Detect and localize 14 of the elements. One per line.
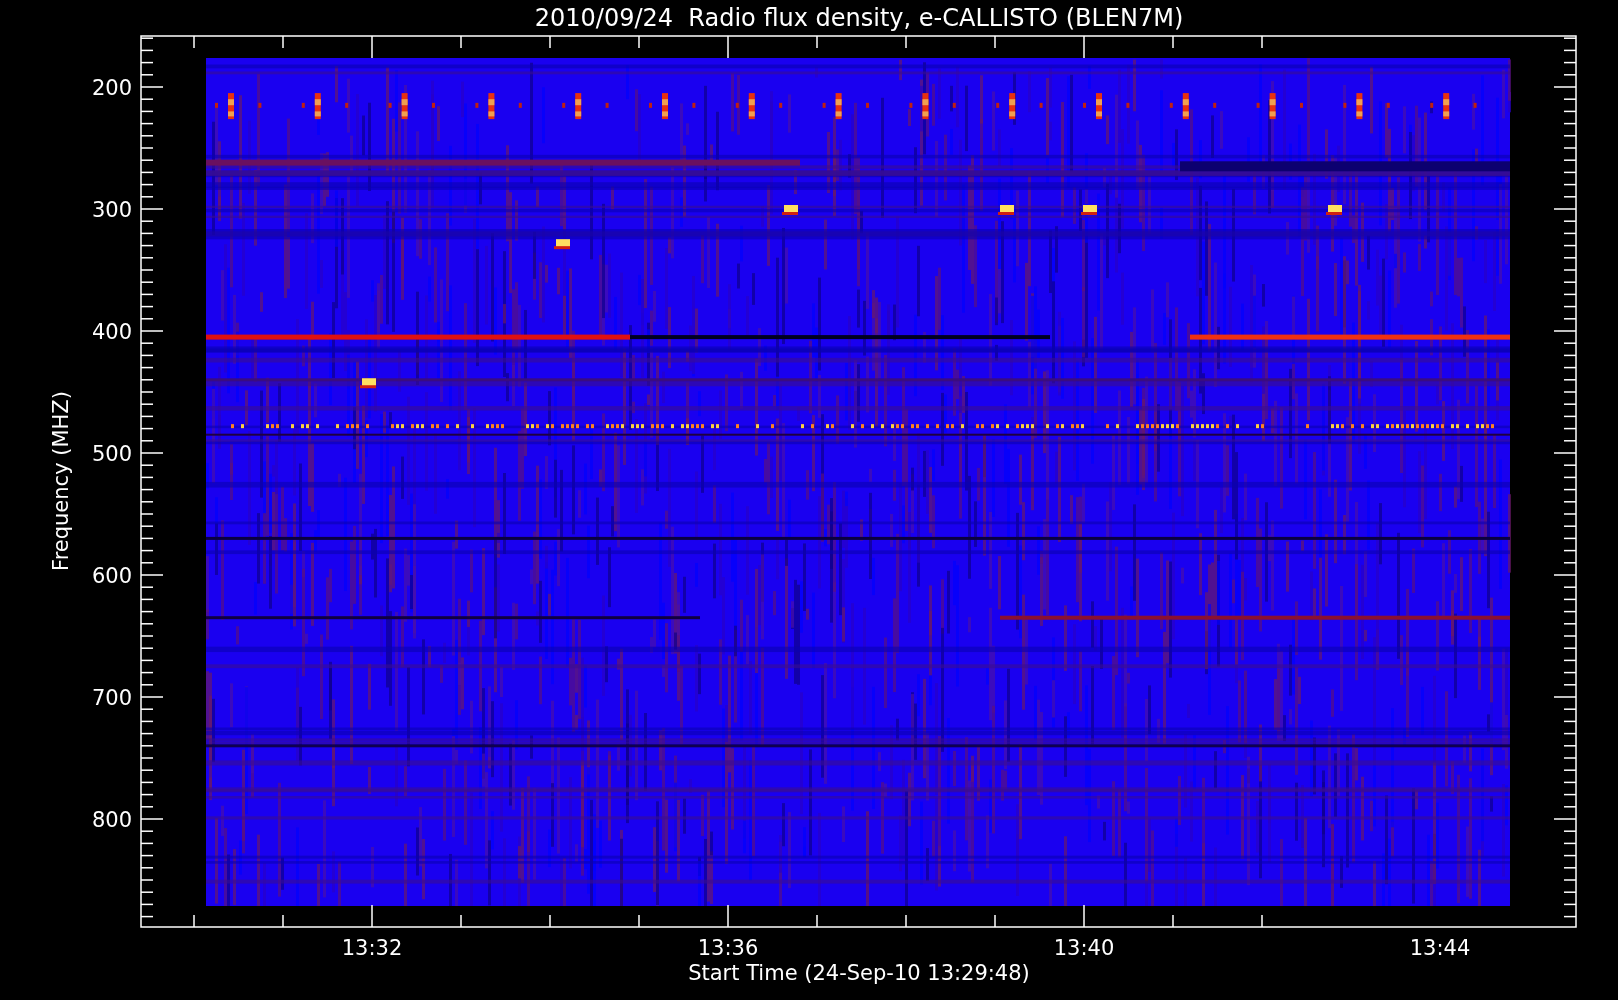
tick-label: 13:36 <box>697 936 759 960</box>
tick-label: 700 <box>91 686 132 710</box>
axis-label: Frequency (MHZ) <box>49 391 73 571</box>
chart-title: 2010/09/24 Radio flux density, e-CALLISTO (BLEN7M) <box>534 4 1184 32</box>
axis-label: Start Time (24-Sep-10 13:29:48) <box>688 961 1030 985</box>
tick-label: 400 <box>91 320 132 344</box>
tick-label: 600 <box>91 564 132 588</box>
tick-label: 13:44 <box>1409 936 1471 960</box>
tick-label: 13:32 <box>341 936 403 960</box>
tick-label: 500 <box>91 442 132 466</box>
tick-label: 200 <box>91 76 132 100</box>
tick-label: 13:40 <box>1053 936 1115 960</box>
tick-label: 300 <box>91 198 132 222</box>
tick-label: 800 <box>91 808 132 832</box>
